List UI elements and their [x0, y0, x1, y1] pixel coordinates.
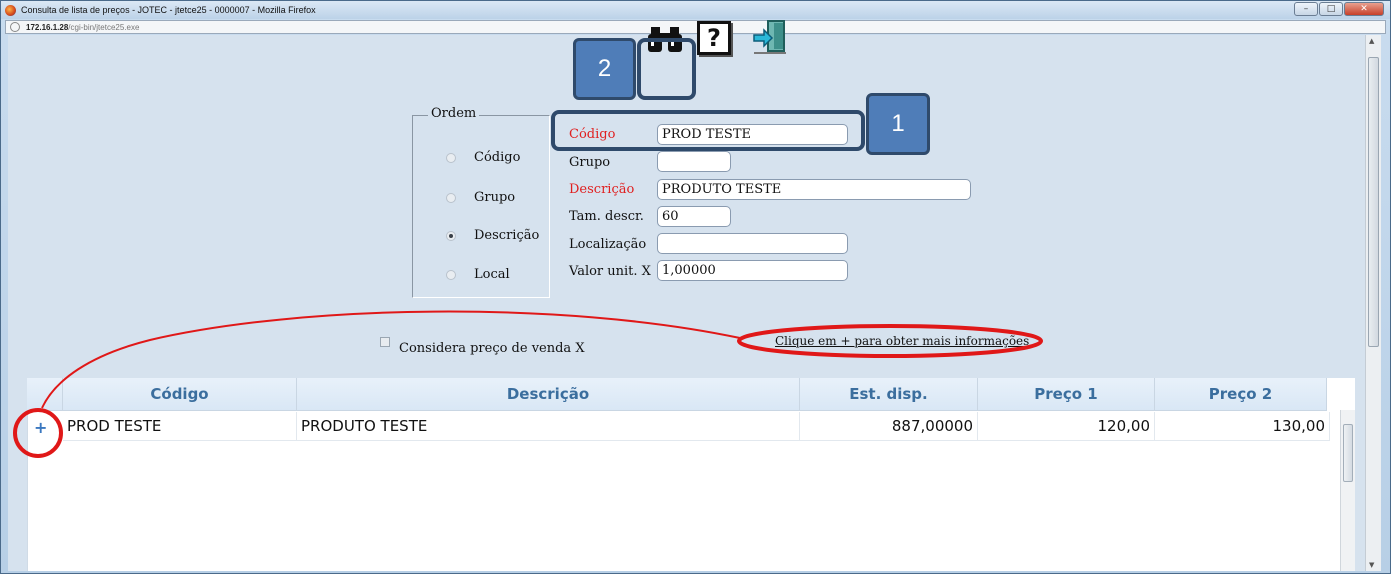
radio-button[interactable] — [446, 152, 456, 163]
order-legend: Ordem — [428, 106, 480, 121]
radio-order-grupo[interactable]: Grupo — [446, 190, 515, 205]
valor-unit-label: Valor unit. X — [569, 264, 651, 279]
radio-label: Código — [474, 150, 521, 165]
valor-unit-input[interactable]: 1,00000 — [657, 260, 848, 281]
site-identity-icon — [10, 22, 20, 32]
callout-box-search — [637, 38, 696, 100]
cell-est-disp[interactable]: 887,00000 — [800, 412, 978, 441]
url-host: 172.16.1.28 — [26, 22, 69, 32]
close-button[interactable]: ✕ — [1344, 2, 1384, 16]
radio-order-codigo[interactable]: Código — [446, 150, 520, 165]
considera-checkbox[interactable] — [380, 337, 390, 347]
grupo-input[interactable] — [657, 151, 731, 172]
scroll-down-icon[interactable]: ▼ — [1369, 561, 1374, 569]
exit-door-icon[interactable] — [752, 19, 788, 57]
descricao-label: Descrição — [569, 182, 635, 197]
url-path: /cgi-bin/jtetce25.exe — [68, 22, 140, 32]
cell-preco1[interactable]: 120,00 — [978, 412, 1155, 441]
window-controls: – □ ✕ — [1294, 2, 1384, 16]
radio-label: Descrição — [474, 228, 540, 243]
col-header-codigo[interactable]: Código — [63, 378, 297, 411]
tam-descr-label: Tam. descr. — [569, 209, 644, 224]
col-header-descricao[interactable]: Descrição — [297, 378, 800, 411]
descricao-input[interactable]: PRODUTO TESTE — [657, 179, 971, 200]
radio-button[interactable] — [446, 192, 456, 203]
url-text: 172.16.1.28/cgi-bin/jtetce25.exe — [26, 23, 139, 32]
title-bar: Consulta de lista de preços - JOTEC - jt… — [1, 1, 1390, 19]
scroll-up-icon[interactable]: ▲ — [1369, 37, 1374, 45]
localizacao-input[interactable] — [657, 233, 848, 254]
annotation-plus-ring — [13, 408, 63, 458]
grupo-label: Grupo — [569, 155, 611, 170]
page-scroll-thumb[interactable] — [1368, 57, 1379, 347]
radio-label: Local — [474, 267, 510, 282]
minimize-button[interactable]: – — [1294, 2, 1318, 16]
col-header-preco1[interactable]: Preço 1 — [978, 378, 1155, 411]
codigo-label: Código — [569, 127, 616, 142]
cell-preco2[interactable]: 130,00 — [1155, 412, 1330, 441]
col-header-preco2[interactable]: Preço 2 — [1155, 378, 1327, 411]
radio-order-local[interactable]: Local — [446, 267, 510, 282]
page-scrollbar[interactable]: ▲ ▼ — [1365, 35, 1381, 571]
codigo-input[interactable]: PROD TESTE — [657, 124, 848, 145]
maximize-button[interactable]: □ — [1319, 2, 1343, 16]
radio-button[interactable] — [446, 269, 456, 280]
localizacao-label: Localização — [569, 237, 647, 252]
firefox-icon — [5, 4, 16, 16]
window-title: Consulta de lista de preços - JOTEC - jt… — [21, 5, 316, 15]
info-link[interactable]: Clique em + para obter mais informações — [775, 334, 1029, 348]
help-icon[interactable]: ? — [697, 21, 731, 55]
callout-badge-2: 2 — [573, 38, 636, 100]
radio-button[interactable] — [446, 230, 456, 241]
tam-descr-input[interactable]: 60 — [657, 206, 731, 227]
considera-label: Considera preço de venda X — [399, 341, 585, 356]
grid-scroll-thumb[interactable] — [1343, 424, 1353, 482]
address-bar[interactable]: 172.16.1.28/cgi-bin/jtetce25.exe — [5, 20, 1386, 34]
callout-badge-1: 1 — [866, 93, 930, 155]
cell-descricao[interactable]: PRODUTO TESTE — [297, 412, 800, 441]
col-header-est-disp[interactable]: Est. disp. — [800, 378, 978, 411]
grid-header-expand — [27, 378, 63, 411]
grid-scrollbar[interactable] — [1340, 410, 1355, 571]
cell-codigo[interactable]: PROD TESTE — [63, 412, 297, 441]
radio-label: Grupo — [474, 190, 516, 205]
radio-order-descricao[interactable]: Descrição — [446, 228, 539, 243]
